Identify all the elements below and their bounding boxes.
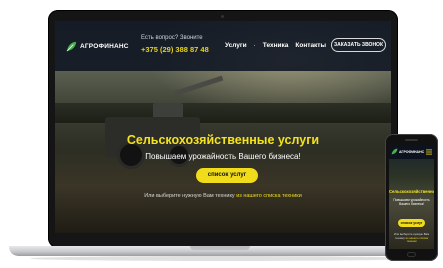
phone-services-list-button[interactable]: список услуг — [398, 219, 425, 227]
phone-number-link[interactable]: +375 (29) 388 87 48 — [141, 45, 209, 54]
services-list-button[interactable]: список услуг — [196, 168, 258, 183]
hamburger-menu-icon[interactable] — [426, 149, 432, 155]
harvester-chute — [174, 75, 224, 96]
phone-home-button[interactable] — [407, 252, 416, 257]
phone-frame: АГРОФИНАНС Сельскохозяйственные услуги П… — [385, 134, 438, 261]
leaf-logo-icon — [66, 41, 77, 51]
laptop-frame: АГРОФИНАНС Есть вопрос? Звоните +375 (29… — [48, 10, 398, 248]
phone-hero-note: Или выберите нужную Вам технику из нашег… — [391, 232, 432, 244]
logo-text: АГРОФИНАНС — [80, 42, 129, 50]
laptop-screen: АГРОФИНАНС Есть вопрос? Звоните +375 (29… — [55, 21, 391, 233]
phone-hero-title: Сельскохозяйственные услуги — [389, 189, 434, 194]
phone-screen: АГРОФИНАНС Сельскохозяйственные услуги П… — [389, 145, 434, 249]
laptop-camera — [221, 15, 224, 18]
phone-hero-subtitle: Повышаем урожайность Вашего бизнеса! — [393, 198, 430, 206]
nav-item-equipment[interactable]: Техника — [263, 42, 289, 49]
phone-logo-text: АГРОФИНАНС — [399, 150, 425, 154]
main-nav: Услуги · Техника Контакты — [225, 42, 326, 49]
hero-subtitle: Повышаем урожайность Вашего бизнеса! — [145, 152, 301, 161]
nav-item-services[interactable]: Услуги — [225, 42, 247, 49]
hero-note-text: Или выберите нужную Вам технику — [144, 193, 235, 199]
laptop-shadow — [30, 256, 415, 261]
hero-title: Сельскохозяйственные услуги — [126, 133, 320, 147]
site-header: АГРОФИНАНС Есть вопрос? Звоните +375 (29… — [55, 21, 391, 71]
phone-speaker — [405, 139, 418, 141]
leaf-logo-icon — [391, 148, 398, 155]
phone-site-header: АГРОФИНАНС — [389, 145, 434, 159]
contact-question: Есть вопрос? Звоните — [141, 35, 203, 41]
nav-item-contacts[interactable]: Контакты — [295, 42, 326, 49]
site-logo[interactable]: АГРОФИНАНС — [66, 39, 142, 53]
phone-equipment-list-link[interactable]: из нашего списка техники — [406, 236, 429, 244]
hero-note: Или выберите нужную Вам технику из нашег… — [55, 193, 391, 199]
nav-separator: · — [253, 42, 256, 49]
equipment-list-link[interactable]: из нашего списка техники — [236, 193, 302, 199]
laptop-notch — [190, 246, 250, 250]
order-call-button[interactable]: ЗАКАЗАТЬ ЗВОНОК — [331, 38, 386, 52]
